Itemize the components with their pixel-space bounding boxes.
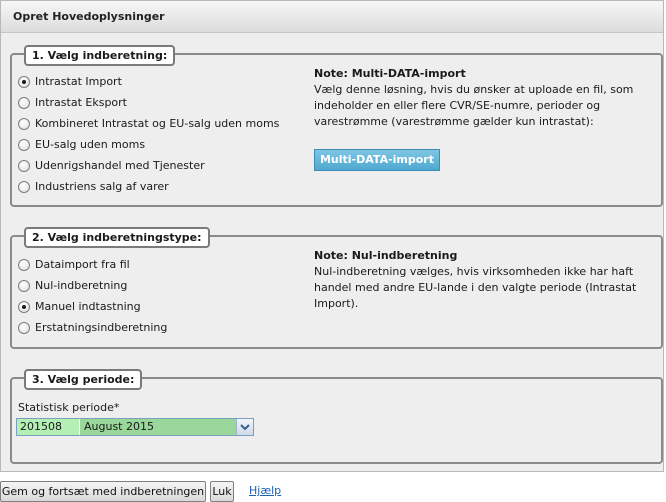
radio-kombineret[interactable]: Kombineret Intrastat og EU-salg uden mom… xyxy=(18,117,279,130)
radio-label: Intrastat Import xyxy=(35,75,122,88)
radio-label: Erstatningsindberetning xyxy=(35,321,168,334)
section-choose-period: 3. Vælg periode: Statistisk periode* 201… xyxy=(10,369,663,464)
section-choose-report: 1. Vælg indberetning: Intrastat Import I… xyxy=(10,45,663,207)
save-continue-button[interactable]: Gem og fortsæt med indberetningen xyxy=(0,481,206,502)
radio-industriens-salg[interactable]: Industriens salg af varer xyxy=(18,180,169,193)
radio-erstatningsindberetning[interactable]: Erstatningsindberetning xyxy=(18,321,167,334)
radio-nul-indberetning[interactable]: Nul-indberetning xyxy=(18,279,127,292)
radio-label: Manuel indtastning xyxy=(35,300,141,313)
radio-button[interactable] xyxy=(18,159,30,172)
footer: Gem og fortsæt med indberetningen Luk Hj… xyxy=(0,481,666,502)
radio-button[interactable] xyxy=(18,180,30,193)
radio-label: Kombineret Intrastat og EU-salg uden mom… xyxy=(35,117,280,130)
radio-label: Nul-indberetning xyxy=(35,279,128,292)
multi-data-note: Note: Multi-DATA-import Vælg denne løsni… xyxy=(314,66,654,130)
radio-button[interactable] xyxy=(18,117,30,130)
radio-button[interactable] xyxy=(18,279,30,292)
section-choose-period-legend: 3. Vælg periode: xyxy=(24,369,143,390)
period-code: 201508 xyxy=(17,419,79,435)
radio-button[interactable] xyxy=(18,321,30,334)
radio-label: Industriens salg af varer xyxy=(35,180,169,193)
radio-intrastat-eksport[interactable]: Intrastat Eksport xyxy=(18,96,127,109)
radio-intrastat-import[interactable]: Intrastat Import xyxy=(18,75,122,88)
radio-button[interactable] xyxy=(18,138,30,151)
radio-eu-salg[interactable]: EU-salg uden moms xyxy=(18,138,145,151)
radio-button[interactable] xyxy=(18,75,30,88)
page-title: Opret Hovedoplysninger xyxy=(13,10,165,23)
note-line: Import). xyxy=(314,297,359,310)
note-line: Vælg denne løsning, hvis du ønsker at up… xyxy=(314,83,634,96)
radio-manuel-indtastning[interactable]: Manuel indtastning xyxy=(18,300,141,313)
note-line: indeholder en eller flere CVR/SE-numre, … xyxy=(314,99,601,112)
close-button[interactable]: Luk xyxy=(210,481,234,502)
period-field-label: Statistisk periode* xyxy=(18,401,120,414)
note-line: Nul-indberetning vælges, hvis virksomhed… xyxy=(314,265,634,278)
multi-data-import-button[interactable]: Multi-DATA-import xyxy=(314,149,440,171)
radio-udenrigshandel[interactable]: Udenrigshandel med Tjenester xyxy=(18,159,205,172)
radio-label: Intrastat Eksport xyxy=(35,96,127,109)
chevron-down-icon[interactable] xyxy=(236,419,253,435)
section-choose-report-type-legend: 2. Vælg indberetningstype: xyxy=(24,227,210,248)
note-title: Note: Multi-DATA-import xyxy=(314,67,466,80)
radio-button[interactable] xyxy=(18,300,30,313)
radio-label: Dataimport fra fil xyxy=(35,258,130,271)
radio-label: Udenrigshandel med Tjenester xyxy=(35,159,205,172)
radio-dataimport[interactable]: Dataimport fra fil xyxy=(18,258,130,271)
section-choose-report-type: 2. Vælg indberetningstype: Dataimport fr… xyxy=(10,227,663,349)
note-line: varestrømme (varestrømme gælder kun intr… xyxy=(314,115,594,128)
note-line: handel med andre EU-lande i den valgte p… xyxy=(314,281,637,294)
nul-indberetning-note: Note: Nul-indberetning Nul-indberetning … xyxy=(314,248,654,312)
main-panel: Opret Hovedoplysninger 1. Vælg indberetn… xyxy=(0,0,664,472)
radio-label: EU-salg uden moms xyxy=(35,138,146,151)
help-link[interactable]: Hjælp xyxy=(249,484,281,497)
radio-button[interactable] xyxy=(18,96,30,109)
note-title: Note: Nul-indberetning xyxy=(314,249,458,262)
panel-header: Opret Hovedoplysninger xyxy=(1,1,663,33)
section-choose-report-legend: 1. Vælg indberetning: xyxy=(24,45,176,66)
period-select[interactable]: 201508 August 2015 xyxy=(16,418,254,436)
radio-button[interactable] xyxy=(18,258,30,271)
period-name: August 2015 xyxy=(79,419,236,435)
